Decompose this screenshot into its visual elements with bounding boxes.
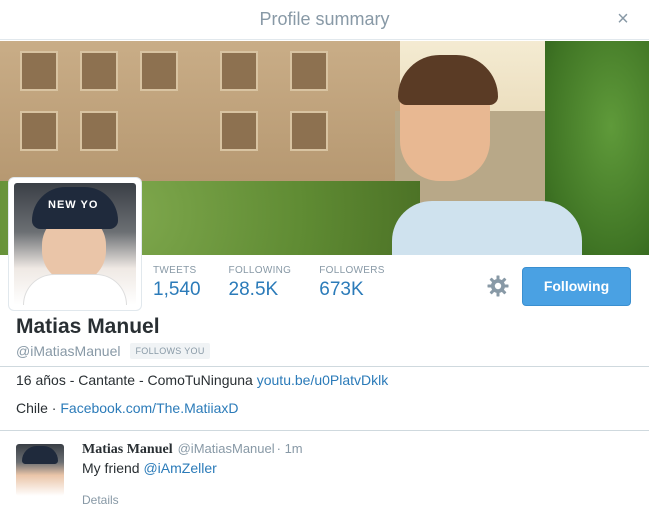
stat-followers[interactable]: FOLLOWERS 673K: [319, 265, 385, 301]
profile-location: Chile: [16, 400, 48, 416]
tweet-body: My friend: [82, 460, 144, 476]
profile-location-row: Chile · Facebook.com/The.MatiiaxD: [16, 400, 239, 416]
tweet-header: Matias Manuel @iMatiasManuel · 1m: [82, 441, 303, 458]
location-separator: ·: [47, 400, 61, 416]
stat-value: 28.5K: [228, 279, 279, 300]
stat-label: FOLLOWERS: [319, 265, 385, 276]
avatar[interactable]: NEW YO: [9, 178, 141, 310]
stat-label: TWEETS: [153, 265, 197, 276]
profile-website-link[interactable]: Facebook.com/The.MatiiaxD: [60, 400, 238, 416]
tweet-author-name[interactable]: Matias Manuel: [82, 442, 173, 458]
profile-bio: 16 años - Cantante - ComoTuNinguna youtu…: [16, 372, 388, 388]
divider: [0, 366, 649, 367]
stat-label: FOLLOWING: [228, 265, 292, 276]
following-button[interactable]: Following: [522, 267, 631, 306]
handle-row: @iMatiasManuel FOLLOWS YOU: [16, 343, 210, 359]
tweet-timestamp[interactable]: · 1m: [277, 441, 303, 456]
modal-title: Profile summary: [259, 9, 390, 29]
gear-icon[interactable]: [486, 274, 510, 298]
bio-text: 16 años - Cantante - ComoTuNinguna: [16, 372, 257, 388]
tweet-text: My friend @iAmZeller: [82, 460, 217, 476]
tweet-mention-link[interactable]: @iAmZeller: [143, 460, 216, 476]
profile-stats: TWEETS 1,540 FOLLOWING 28.5K FOLLOWERS 6…: [153, 265, 413, 301]
tweet-avatar[interactable]: [16, 444, 64, 496]
stat-value: 673K: [319, 279, 364, 300]
modal-header: Profile summary ×: [0, 0, 649, 40]
tweet-author-handle[interactable]: @iMatiasManuel: [178, 441, 275, 456]
close-icon[interactable]: ×: [613, 9, 633, 29]
bio-link[interactable]: youtu.be/u0PlatvDklk: [257, 372, 389, 388]
profile-handle[interactable]: @iMatiasManuel: [16, 343, 120, 359]
follows-you-badge: FOLLOWS YOU: [130, 343, 210, 359]
avatar-cap-text: NEW YO: [48, 199, 99, 211]
stat-following[interactable]: FOLLOWING 28.5K: [229, 265, 292, 301]
stat-tweets[interactable]: TWEETS 1,540: [153, 265, 201, 301]
tweet-details-link[interactable]: Details: [82, 493, 119, 507]
profile-name[interactable]: Matias Manuel: [16, 315, 160, 339]
stat-value: 1,540: [153, 279, 201, 300]
divider: [0, 430, 649, 431]
